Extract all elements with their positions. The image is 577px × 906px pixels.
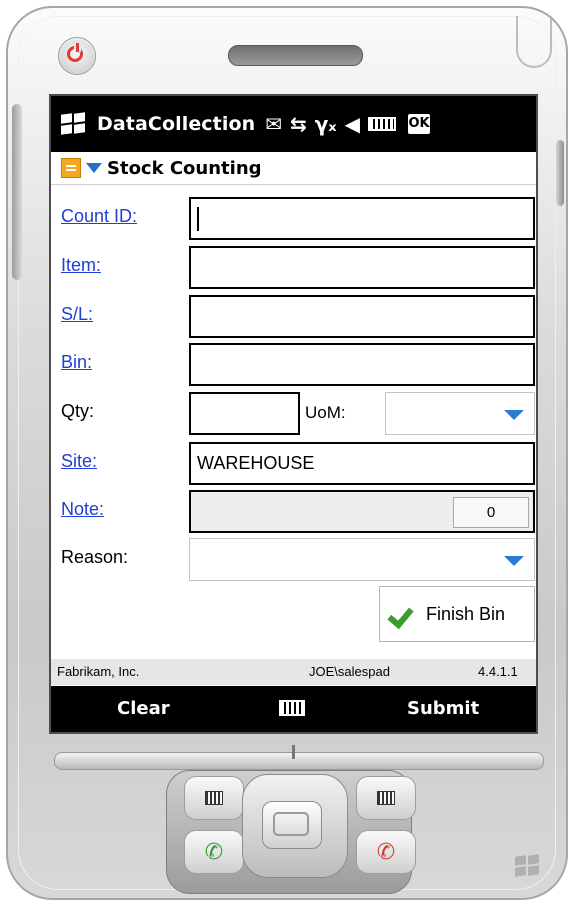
end-call-button[interactable]: ✆: [356, 830, 416, 874]
count-id-link[interactable]: Count ID:: [61, 206, 137, 227]
item-input[interactable]: [189, 246, 535, 289]
sync-icon[interactable]: ⇆: [290, 112, 307, 136]
dropdown-arrow-icon: [504, 410, 524, 420]
count-id-input[interactable]: [189, 197, 535, 240]
windows-logo-icon: [515, 854, 541, 877]
left-softkey-button[interactable]: [184, 776, 244, 820]
keyboard-icon[interactable]: [279, 700, 305, 716]
earpiece-speaker: [228, 45, 363, 66]
reason-dropdown[interactable]: [189, 538, 535, 581]
note-count-badge: 0: [453, 497, 529, 528]
site-link[interactable]: Site:: [61, 451, 97, 472]
phone-end-icon: ✆: [376, 839, 396, 865]
signal-off-icon[interactable]: γₓ: [315, 112, 337, 136]
info-bar: Fabrikam, Inc. JOE\salespad 4.4.1.1: [51, 659, 536, 685]
finish-bin-button[interactable]: Finish Bin: [379, 586, 535, 642]
sl-link[interactable]: S/L:: [61, 304, 93, 325]
dpad-center-button[interactable]: [262, 801, 322, 849]
text-caret: [197, 206, 199, 231]
app-menu-icon[interactable]: [61, 158, 81, 178]
ok-button[interactable]: OK: [408, 114, 431, 134]
site-value: WAREHOUSE: [197, 453, 315, 473]
note-field[interactable]: 0: [189, 490, 535, 533]
checkmark-icon: [390, 602, 414, 626]
note-link[interactable]: Note:: [61, 499, 104, 520]
right-softkey-button[interactable]: [356, 776, 416, 820]
stylus-slot: [516, 16, 552, 68]
user-name: JOE\salespad: [309, 664, 390, 679]
chevron-down-icon[interactable]: [86, 163, 102, 173]
hardware-bar: [54, 752, 544, 770]
softkey-bar: Clear Submit: [51, 686, 536, 732]
volume-icon[interactable]: ◀: [345, 112, 360, 136]
bin-input[interactable]: [189, 343, 535, 386]
clear-softkey[interactable]: Clear: [117, 698, 170, 719]
app-title: DataCollection: [97, 113, 256, 135]
page-title-bar: Stock Counting: [51, 152, 536, 185]
call-button[interactable]: ✆: [184, 830, 244, 874]
finish-bin-label: Finish Bin: [426, 603, 506, 624]
power-icon: [67, 43, 83, 62]
status-bar: DataCollection ✉ ⇆ γₓ ◀ OK: [51, 96, 536, 152]
page-title: Stock Counting: [107, 157, 262, 179]
bin-link[interactable]: Bin:: [61, 352, 92, 373]
uom-dropdown[interactable]: [385, 392, 535, 435]
company-name: Fabrikam, Inc.: [57, 664, 140, 679]
battery-icon[interactable]: [368, 117, 397, 131]
item-link[interactable]: Item:: [61, 255, 101, 276]
power-button[interactable]: [58, 37, 96, 75]
device-screen: DataCollection ✉ ⇆ γₓ ◀ OK Stock Countin…: [49, 94, 538, 734]
uom-label: UoM:: [305, 403, 346, 422]
phone-call-icon: ✆: [204, 839, 224, 865]
side-button-left[interactable]: [12, 104, 22, 280]
dropdown-arrow-icon: [504, 556, 524, 566]
softkey-right-icon: [377, 791, 395, 805]
site-input[interactable]: WAREHOUSE: [189, 442, 535, 485]
qty-input[interactable]: [189, 392, 300, 435]
app-version: 4.4.1.1: [478, 664, 518, 679]
messaging-icon[interactable]: ✉: [265, 112, 282, 136]
windows-flag-icon[interactable]: [61, 112, 87, 135]
softkey-left-icon: [205, 791, 223, 805]
qty-label: Qty:: [61, 401, 95, 421]
sl-input[interactable]: [189, 295, 535, 338]
reason-label: Reason:: [61, 547, 129, 567]
system-tray: ✉ ⇆ γₓ ◀ OK: [265, 112, 431, 136]
stock-count-form: Count ID: Item: S/L: Bin: Qty: UoM: Site…: [51, 185, 536, 655]
hardware-notch: [292, 745, 295, 759]
side-button-right[interactable]: [556, 140, 564, 206]
submit-softkey[interactable]: Submit: [407, 698, 479, 719]
